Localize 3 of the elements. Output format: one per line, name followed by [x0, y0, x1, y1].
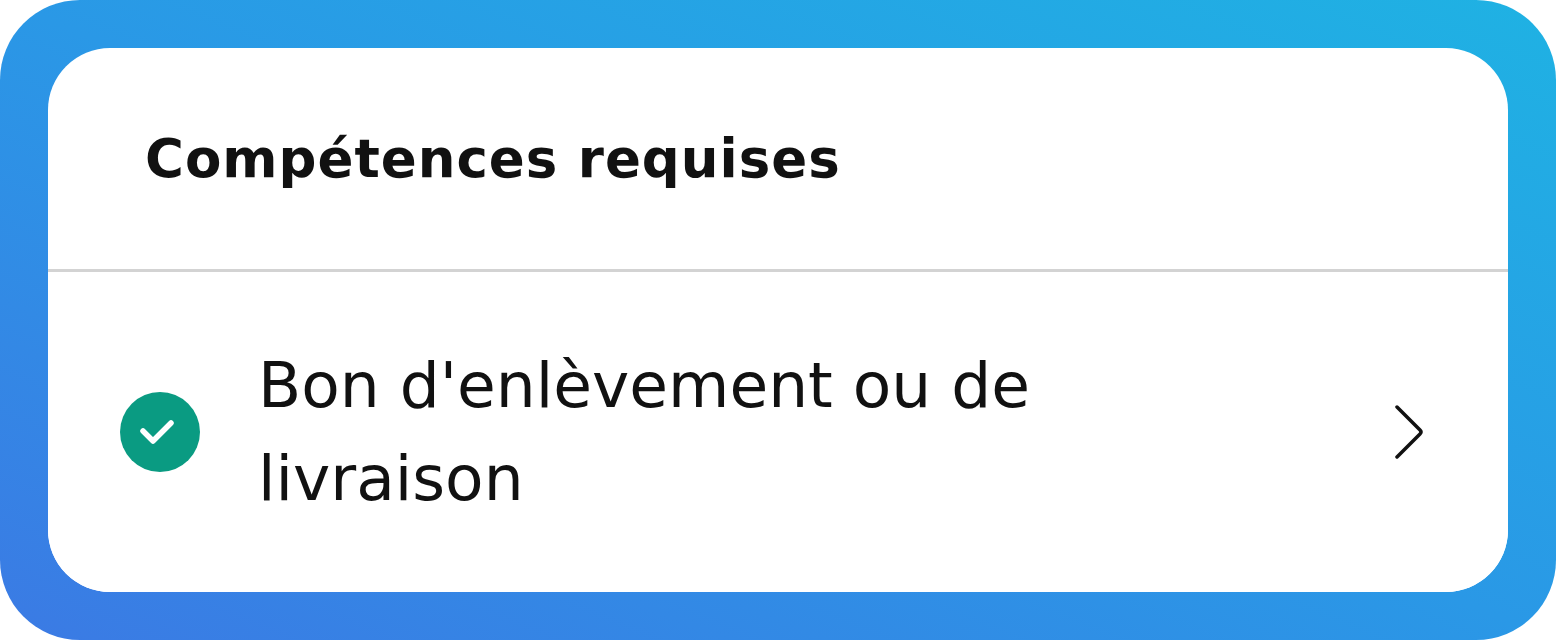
card-title: Compétences requises: [145, 128, 841, 189]
chevron-right-icon: [1394, 404, 1424, 460]
skill-label: Bon d'enlèvement ou de livraison: [258, 348, 1032, 517]
